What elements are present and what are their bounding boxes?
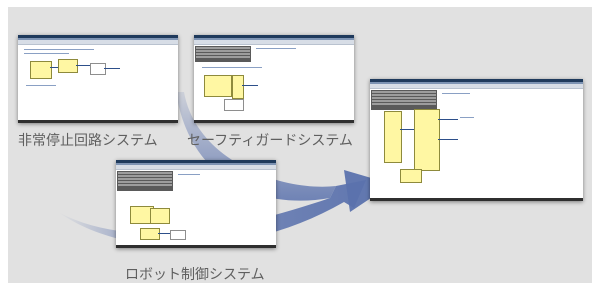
status-bar	[370, 198, 583, 201]
function-block	[90, 63, 106, 75]
function-block	[150, 208, 170, 224]
function-block	[224, 99, 244, 111]
function-block	[232, 75, 244, 99]
estop-program-screen	[18, 35, 178, 123]
function-block	[384, 111, 402, 163]
function-block	[140, 228, 160, 240]
combined-program-screen	[370, 79, 583, 201]
status-bar	[194, 120, 354, 123]
robot-program-screen	[116, 160, 276, 248]
function-block	[204, 75, 232, 97]
property-list	[371, 90, 437, 110]
property-list	[117, 171, 173, 191]
property-list	[195, 46, 251, 62]
safeguard-label: セーフティガードシステム	[187, 133, 353, 149]
function-block	[170, 230, 186, 240]
function-block	[400, 169, 422, 183]
function-block	[414, 109, 440, 171]
status-bar	[18, 120, 178, 123]
function-block	[58, 59, 78, 73]
status-bar	[116, 245, 276, 248]
estop-label: 非常停止回路システム	[18, 133, 158, 149]
toolbar	[194, 40, 354, 45]
toolbar	[18, 40, 178, 45]
function-block	[30, 61, 52, 79]
robot-label: ロボット制御システム	[125, 267, 265, 283]
toolbar	[116, 165, 276, 170]
safeguard-program-screen	[194, 35, 354, 123]
toolbar	[370, 84, 583, 89]
